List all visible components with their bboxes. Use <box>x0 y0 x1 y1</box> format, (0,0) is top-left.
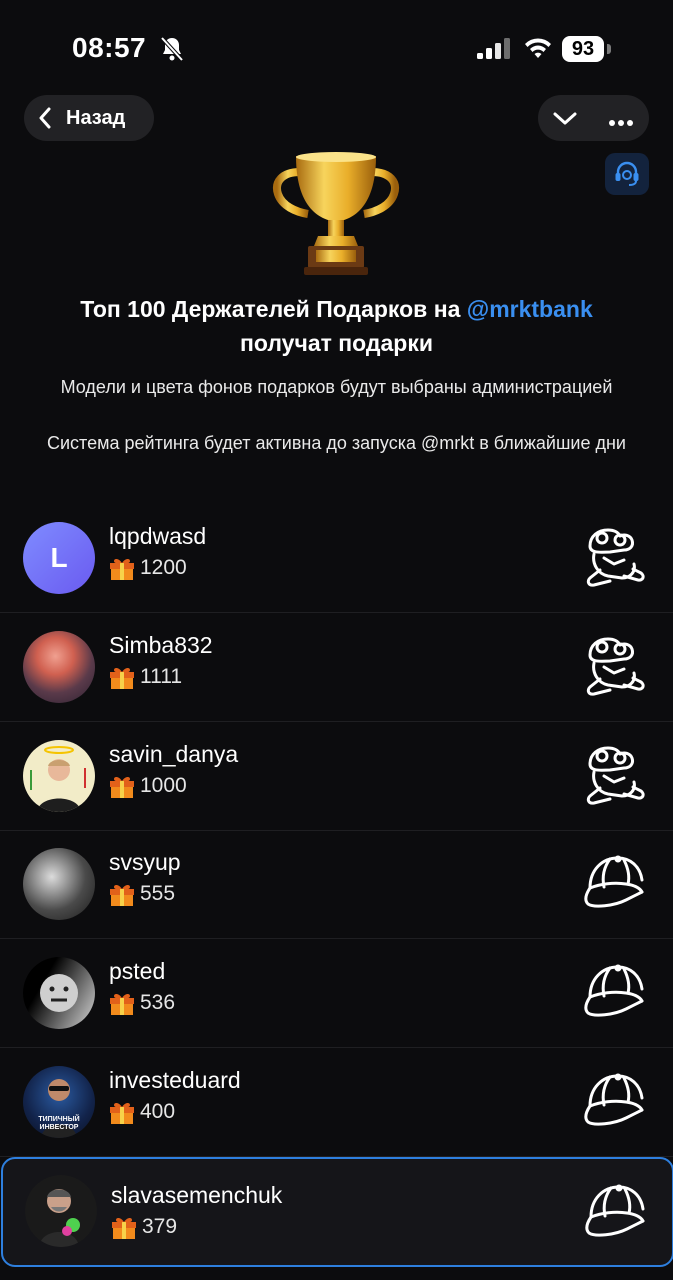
avatar-caption: ТИПИЧНЫЙ ИНВЕСТОР <box>38 1116 80 1131</box>
support-button[interactable] <box>605 153 649 195</box>
chevron-down-icon[interactable] <box>552 108 578 133</box>
frog-icon <box>580 742 648 815</box>
battery-nub <box>607 44 611 54</box>
avatar <box>23 848 95 920</box>
gift-icon <box>109 774 135 805</box>
subtitle-rating: Система рейтинга будет активна до запуск… <box>47 433 626 453</box>
battery-indicator: 93 <box>562 36 604 62</box>
gift-count: 1111 <box>140 665 183 688</box>
user-name: lqpdwasd <box>109 523 207 549</box>
list-item[interactable]: svsyup 555 <box>0 830 673 939</box>
frog-icon <box>580 633 648 706</box>
user-name: slavasemenchuk <box>111 1182 283 1208</box>
avatar: ТИПИЧНЫЙ ИНВЕСТОР <box>23 1066 95 1138</box>
bell-muted-icon <box>160 36 184 67</box>
gift-count: 555 <box>140 882 176 905</box>
cap-icon <box>580 959 650 1026</box>
more-icon[interactable] <box>608 114 634 132</box>
gift-icon <box>109 882 135 913</box>
list-item[interactable]: L lqpdwasd 1200 <box>0 504 673 613</box>
back-button[interactable]: Назад <box>24 95 154 141</box>
cellular-signal-icon <box>477 38 513 65</box>
title-text: Топ 100 Держателей Подарков на <box>80 296 467 322</box>
status-time: 08:57 <box>72 32 147 63</box>
avatar: L <box>23 522 95 594</box>
avatar <box>25 1175 97 1247</box>
user-name: psted <box>109 958 166 984</box>
cap-icon <box>580 1068 650 1135</box>
headset-icon <box>615 161 639 186</box>
user-name: savin_danya <box>109 741 239 767</box>
cap-icon <box>580 850 650 917</box>
user-name: Simba832 <box>109 632 213 658</box>
user-name: svsyup <box>109 849 181 875</box>
list-item[interactable]: ТИПИЧНЫЙ ИНВЕСТОР investeduard 400 <box>0 1048 673 1157</box>
avatar <box>23 740 95 812</box>
page-title: Топ 100 Держателей Подарков на @mrktbank… <box>0 292 673 360</box>
avatar <box>23 631 95 703</box>
cap-icon <box>581 1179 651 1246</box>
back-label: Назад <box>66 106 126 129</box>
gift-count: 400 <box>140 1100 176 1123</box>
gift-icon <box>109 556 135 587</box>
list-item[interactable]: psted 536 <box>0 939 673 1048</box>
gift-count: 1200 <box>140 556 187 579</box>
avatar-letter: L <box>50 542 68 573</box>
gift-icon <box>109 665 135 696</box>
list-item[interactable]: savin_danya 1000 <box>0 722 673 831</box>
chevron-left-icon <box>39 107 51 129</box>
frog-icon <box>580 524 648 597</box>
status-bar: 08:57 93 <box>0 0 673 90</box>
gift-count: 379 <box>142 1215 178 1238</box>
header-actions <box>538 95 649 141</box>
list-item[interactable]: Simba832 1111 <box>0 613 673 722</box>
wifi-icon <box>524 36 552 65</box>
list-item-current-user[interactable]: slavasemenchuk 379 <box>1 1157 673 1267</box>
gift-icon <box>111 1215 137 1246</box>
gift-count: 1000 <box>140 774 187 797</box>
user-name: investeduard <box>109 1067 241 1093</box>
gift-count: 536 <box>140 991 176 1014</box>
trophy-icon <box>272 148 400 283</box>
gift-icon <box>109 1100 135 1131</box>
subtitle-models: Модели и цвета фонов подарков будут выбр… <box>60 377 613 397</box>
gift-icon <box>109 991 135 1022</box>
avatar <box>23 957 95 1029</box>
title-text-line2: получат подарки <box>240 330 433 356</box>
mention-link[interactable]: @mrktbank <box>467 296 593 322</box>
